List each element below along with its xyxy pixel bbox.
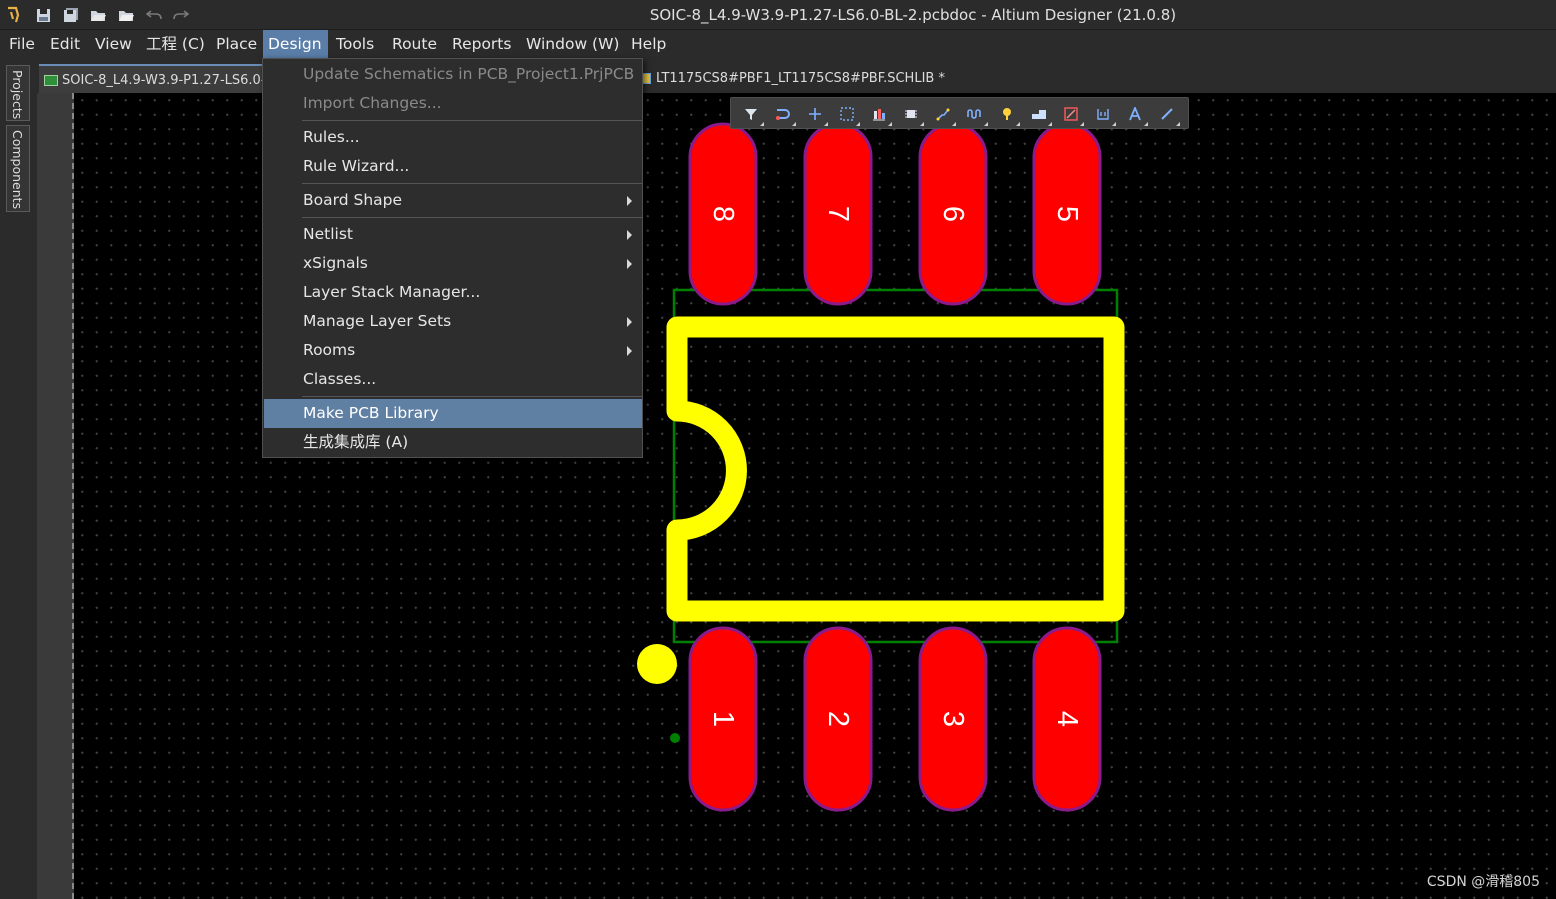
route-icon[interactable] <box>931 102 956 126</box>
menu-rooms-label: Rooms <box>303 341 356 359</box>
pad-7-label: 7 <box>822 206 854 222</box>
submenu-arrow-icon <box>627 196 632 206</box>
panel-splitter[interactable] <box>37 93 74 899</box>
menu-file[interactable]: File <box>4 30 40 59</box>
pad-6[interactable]: 6 <box>918 122 988 306</box>
pad-4[interactable]: 4 <box>1032 626 1102 812</box>
menu-generate-integrated-library-label: 生成集成库 (A) <box>303 433 409 451</box>
pad-2[interactable]: 2 <box>803 626 873 812</box>
pad-pin-icon[interactable] <box>995 102 1020 126</box>
side-tab-projects-label: Projects <box>10 70 25 120</box>
menu-separator <box>302 120 642 121</box>
menu-import-changes-label: Import Changes... <box>303 94 442 112</box>
component-icon[interactable] <box>899 102 924 126</box>
menu-xsignals[interactable]: xSignals <box>264 249 642 278</box>
pad-7[interactable]: 7 <box>803 122 873 306</box>
menu-board-shape[interactable]: Board Shape <box>264 186 642 215</box>
watermark: CSDN @滑稽805 <box>1426 874 1540 890</box>
pad-4-label: 4 <box>1051 711 1083 727</box>
pad-3[interactable]: 3 <box>918 626 988 812</box>
menu-project[interactable]: 工程 (C) <box>141 30 210 59</box>
menu-update-schematics-label: Update Schematics in PCB_Project1.PrjPCB <box>303 65 635 83</box>
menu-board-shape-label: Board Shape <box>303 191 403 209</box>
pad-8-label: 8 <box>707 206 739 222</box>
interactive-route-icon[interactable] <box>771 102 796 126</box>
menu-rules[interactable]: Rules... <box>264 123 642 152</box>
menu-classes-label: Classes... <box>303 370 377 388</box>
menu-tools[interactable]: Tools <box>331 30 379 59</box>
tab-pcbdoc[interactable]: SOIC-8_L4.9-W3.9-P1.27-LS6.0- <box>39 64 264 93</box>
menu-generate-integrated-library[interactable]: 生成集成库 (A) <box>264 428 642 457</box>
menu-separator <box>302 396 642 397</box>
pin1-marker <box>637 644 677 684</box>
submenu-arrow-icon <box>627 259 632 269</box>
tab-pcbdoc-label: SOIC-8_L4.9-W3.9-P1.27-LS6.0- <box>62 73 264 88</box>
menu-rule-wizard[interactable]: Rule Wizard... <box>264 152 642 181</box>
menu-route[interactable]: Route <box>387 30 442 59</box>
pcb-doc-icon <box>44 75 58 86</box>
menu-layer-stack-manager[interactable]: Layer Stack Manager... <box>264 278 642 307</box>
menu-make-pcb-library[interactable]: Make PCB Library <box>264 399 642 428</box>
menu-edit[interactable]: Edit <box>45 30 85 59</box>
dimension-icon[interactable] <box>1091 102 1116 126</box>
menu-place[interactable]: Place <box>211 30 262 59</box>
tab-schlib-label: LT1175CS8#PBF1_LT1175CS8#PBF.SCHLIB * <box>656 71 945 86</box>
menu-netlist[interactable]: Netlist <box>264 220 642 249</box>
menu-rule-wizard-label: Rule Wizard... <box>303 157 410 175</box>
menu-layer-stack-manager-label: Layer Stack Manager... <box>303 283 481 301</box>
active-bar-toolbar <box>730 97 1189 129</box>
submenu-arrow-icon <box>627 230 632 240</box>
pad-5-label: 5 <box>1051 206 1083 222</box>
place-cross-icon[interactable] <box>803 102 828 126</box>
pad-2-label: 2 <box>822 711 854 727</box>
side-tab-components[interactable]: Components <box>6 125 30 212</box>
menu-import-changes[interactable]: Import Changes... <box>264 89 642 118</box>
menu-window[interactable]: Window (W) <box>521 30 624 59</box>
side-panel: Projects Components <box>0 59 37 899</box>
menu-reports[interactable]: Reports <box>447 30 516 59</box>
length-tune-icon[interactable] <box>963 102 988 126</box>
align-icon[interactable] <box>867 102 892 126</box>
design-menu-dropdown: Update Schematics in PCB_Project1.PrjPCB… <box>262 58 643 458</box>
filter-icon[interactable] <box>739 102 764 126</box>
pad-8[interactable]: 8 <box>688 122 758 306</box>
silkscreen-outline <box>666 316 1125 622</box>
pad-1-label: 1 <box>707 711 739 727</box>
menu-update-schematics[interactable]: Update Schematics in PCB_Project1.PrjPCB <box>264 60 642 89</box>
pad-1[interactable]: 1 <box>688 626 758 812</box>
menu-netlist-label: Netlist <box>303 225 353 243</box>
menu-xsignals-label: xSignals <box>303 254 368 272</box>
menu-separator <box>302 183 642 184</box>
menu-separator <box>302 217 642 218</box>
polygon-icon[interactable] <box>1027 102 1052 126</box>
menu-help[interactable]: Help <box>626 30 671 59</box>
menu-manage-layer-sets-label: Manage Layer Sets <box>303 312 452 330</box>
keepout-icon[interactable] <box>1059 102 1084 126</box>
menu-design[interactable]: Design <box>263 30 328 59</box>
title-bar: SOIC-8_L4.9-W3.9-P1.27-LS6.0-BL-2.pcbdoc… <box>0 0 1556 30</box>
menu-classes[interactable]: Classes... <box>264 365 642 394</box>
origin-marker <box>670 733 680 743</box>
side-tab-components-label: Components <box>10 130 25 210</box>
menu-make-pcb-library-label: Make PCB Library <box>303 404 439 422</box>
menu-manage-layer-sets[interactable]: Manage Layer Sets <box>264 307 642 336</box>
submenu-arrow-icon <box>627 346 632 356</box>
submenu-arrow-icon <box>627 317 632 327</box>
pad-6-label: 6 <box>937 206 969 222</box>
pad-5[interactable]: 5 <box>1032 122 1102 306</box>
menu-bar: File Edit View 工程 (C) Place Design Tools… <box>0 30 1556 59</box>
menu-view[interactable]: View <box>90 30 137 59</box>
side-tab-projects[interactable]: Projects <box>6 65 30 121</box>
menu-rooms[interactable]: Rooms <box>264 336 642 365</box>
menu-rules-label: Rules... <box>303 128 360 146</box>
window-title: SOIC-8_L4.9-W3.9-P1.27-LS6.0-BL-2.pcbdoc… <box>649 6 1177 24</box>
pad-3-label: 3 <box>937 711 969 727</box>
tab-schlib[interactable]: LT1175CS8#PBF1_LT1175CS8#PBF.SCHLIB * <box>641 64 1041 93</box>
text-icon[interactable] <box>1123 102 1148 126</box>
line-icon[interactable] <box>1155 102 1180 126</box>
select-rect-icon[interactable] <box>835 102 860 126</box>
